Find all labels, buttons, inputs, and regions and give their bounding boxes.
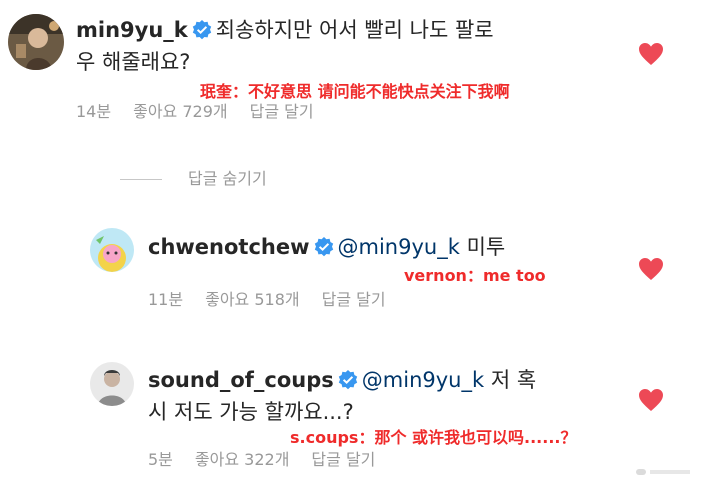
timestamp[interactable]: 11분: [148, 290, 183, 309]
translation-caption: s.coups：那个 或许我也可以吗......？: [290, 428, 577, 447]
username[interactable]: sound_of_coups: [148, 368, 334, 392]
mention-link[interactable]: @min9yu_k: [362, 368, 484, 392]
verified-badge-icon: [192, 19, 212, 48]
comment-text-line2: 시 저도 가능 할까요...?: [148, 400, 354, 424]
timestamp[interactable]: 14분: [76, 102, 111, 121]
username[interactable]: min9yu_k: [76, 18, 188, 42]
comment-text-line1: 미투: [466, 235, 506, 259]
watermark-logo: [636, 462, 692, 475]
mention-link[interactable]: @min9yu_k: [338, 235, 460, 259]
heart-icon[interactable]: [638, 257, 664, 281]
comment-text-line2: 우 해줄래요?: [76, 50, 191, 74]
avatar-min9yu_k[interactable]: [8, 14, 64, 70]
reply-button[interactable]: 답글 달기: [322, 290, 386, 309]
like-count[interactable]: 좋아요 518개: [205, 290, 300, 309]
avatar-sound_of_coups[interactable]: [90, 362, 134, 406]
timestamp[interactable]: 5분: [148, 450, 173, 469]
comment-meta: 14분 좋아요 729개 답글 달기: [76, 98, 336, 122]
like-count[interactable]: 좋아요 322개: [195, 450, 290, 469]
verified-badge-icon: [314, 236, 334, 265]
comment-meta: 11분 좋아요 518개 답글 달기: [148, 286, 408, 310]
hide-replies-label: 답글 숨기기: [188, 169, 267, 188]
hide-replies-button[interactable]: 답글 숨기기: [120, 165, 267, 189]
comment-text-line1: 저 혹: [490, 368, 537, 392]
username[interactable]: chwenotchew: [148, 235, 310, 259]
heart-icon[interactable]: [638, 388, 664, 412]
reply-button[interactable]: 답글 달기: [250, 102, 314, 121]
translation-caption: vernon：me too: [404, 266, 546, 285]
avatar-chwenotchew[interactable]: [90, 228, 134, 272]
comment-meta: 5분 좋아요 322개 답글 달기: [148, 446, 397, 470]
like-count[interactable]: 좋아요 729개: [133, 102, 228, 121]
heart-icon[interactable]: [638, 42, 664, 66]
verified-badge-icon: [338, 369, 358, 398]
divider-line: [120, 179, 162, 180]
reply-button[interactable]: 답글 달기: [311, 450, 375, 469]
comment-text-line1: 죄송하지만 어서 빨리 나도 팔로: [215, 18, 494, 42]
